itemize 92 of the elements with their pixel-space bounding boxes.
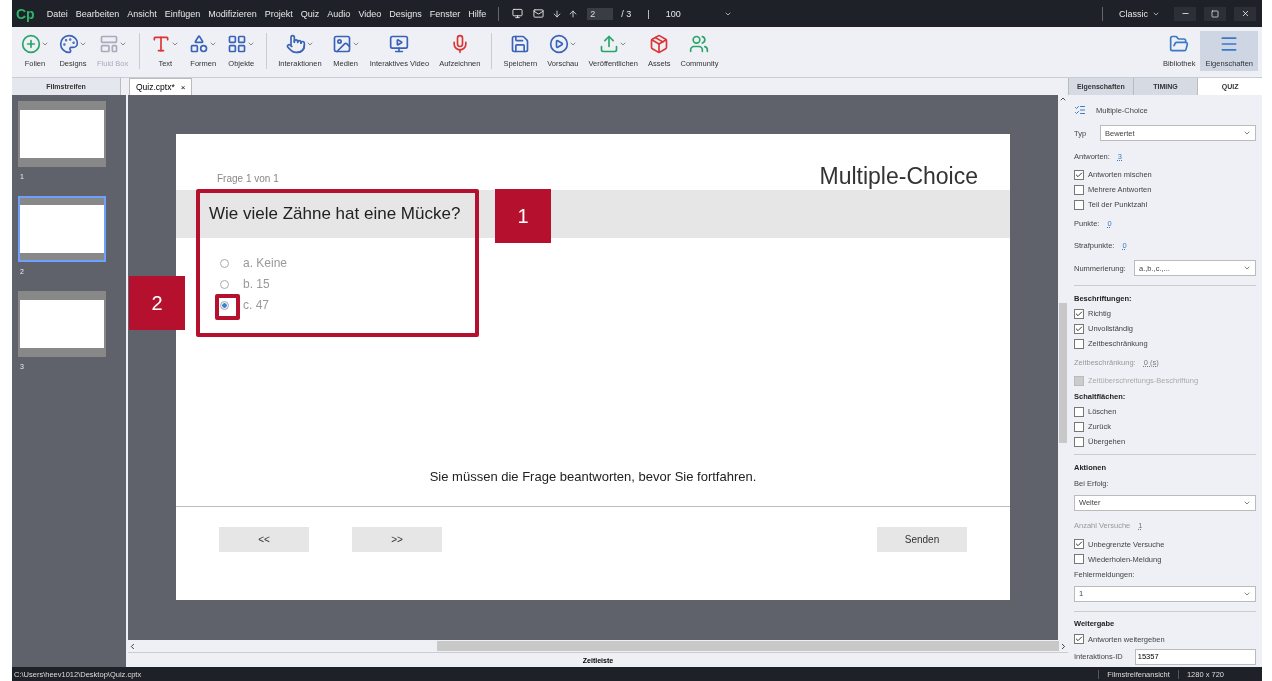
menu-item[interactable]: Video [354,8,386,19]
caret-icon [1243,129,1251,137]
play-icon [548,34,569,54]
radio-button[interactable] [220,279,229,289]
arrow-down-icon[interactable] [552,8,563,19]
menu-item[interactable]: Ansicht [123,8,161,19]
caret-icon [351,40,360,48]
caret-icon [305,40,314,48]
caret-icon [209,40,218,48]
caret-icon [171,40,180,48]
people-icon [689,34,710,54]
close-button[interactable]: × [180,82,186,92]
caret-icon [118,40,127,48]
page-total: / 3 [621,8,632,19]
scrollbar-thumb[interactable] [436,641,1060,651]
zoom-value[interactable]: 100 [665,8,706,19]
shapes-icon [189,34,210,54]
slide-button[interactable]: Senden [877,527,967,552]
callout-number: 2 [129,276,185,330]
checkbox[interactable] [1074,421,1084,432]
upload-icon [599,34,620,54]
menu-item[interactable]: Quiz [296,8,324,19]
monitor-icon[interactable] [512,8,524,19]
menu-item[interactable]: Fenster [425,8,465,19]
slide-thumbnail[interactable] [18,291,106,357]
mail-icon[interactable] [533,8,545,19]
caret-icon [1243,264,1251,272]
slide-button[interactable]: >> [352,527,442,552]
question-counter: Frage 1 von 1 [217,173,279,184]
workspace-selector[interactable]: Classic [1119,8,1160,19]
caret-icon [247,40,256,48]
menu-item[interactable]: Bearbeiten [71,8,124,19]
checkbox[interactable] [1074,436,1084,447]
checkbox[interactable] [1074,338,1084,349]
scroll-up-icon[interactable] [1059,95,1067,103]
separator-text: | [647,8,650,19]
scroll-left-icon[interactable] [128,641,137,651]
box-icon [649,34,670,54]
menu-item[interactable]: Einfügen [160,8,205,19]
menu-item[interactable]: Datei [42,8,72,19]
checkbox[interactable] [1074,199,1084,210]
checkbox[interactable] [1074,323,1084,334]
slide-button[interactable]: << [219,527,309,552]
minimize-button[interactable] [1174,6,1196,21]
grid-icon [227,34,248,54]
radio-button[interactable] [220,258,229,268]
menu-item[interactable]: Projekt [260,8,297,19]
close-button[interactable] [1234,6,1256,21]
checkbox[interactable] [1074,184,1084,195]
maximize-icon [1211,9,1219,18]
radio-button[interactable] [220,300,229,310]
checkbox[interactable] [1074,539,1084,550]
close-icon [1240,9,1250,18]
menu-item[interactable]: Modifizieren [204,8,261,19]
checkbox[interactable] [1074,634,1084,645]
page-field[interactable]: 2 [587,7,614,20]
scrollbar-thumb[interactable] [1059,303,1067,443]
scroll-right-icon[interactable] [1059,641,1068,651]
video-screen-icon [389,34,410,54]
caret-icon [568,40,577,48]
pointer-hand-icon [285,34,306,54]
horizontal-scrollbar[interactable] [128,640,1068,652]
layout-icon [98,34,119,54]
checkbox[interactable] [1074,308,1084,319]
slide-thumbnail[interactable] [18,196,106,262]
plus-circle-icon [21,34,41,54]
list-icon [1074,104,1086,116]
answer-text: a. Keine [243,256,288,270]
callout-number: 1 [495,189,551,243]
answer-text: c. 47 [243,298,269,312]
folder-icon [1169,34,1190,54]
text-icon [151,34,172,54]
app-logo: Cp [16,5,35,22]
caret-icon [79,40,87,48]
menu-item[interactable]: Designs [385,8,426,19]
caret-icon [619,40,628,48]
save-icon [510,34,531,54]
answer-text: b. 15 [243,277,270,291]
maximize-button[interactable] [1204,6,1226,21]
image-icon [331,34,352,54]
caret-icon [41,40,49,48]
menu-item[interactable]: Audio [323,8,355,19]
slide-title: Multiple-Choice [819,163,978,190]
checkbox[interactable] [1074,169,1084,180]
checkbox[interactable] [1074,554,1084,565]
document-tab[interactable]: Quiz.cptx* × [129,78,193,95]
hint-message: Sie müssen die Frage beantworten, bevor Sie fortfahren. [428,469,758,486]
palette-icon [59,34,79,54]
checkbox[interactable] [1074,406,1084,417]
menu-item[interactable]: Hilfe [464,8,491,19]
slide-thumbnail[interactable] [18,101,106,167]
arrow-up-icon[interactable] [568,8,579,19]
